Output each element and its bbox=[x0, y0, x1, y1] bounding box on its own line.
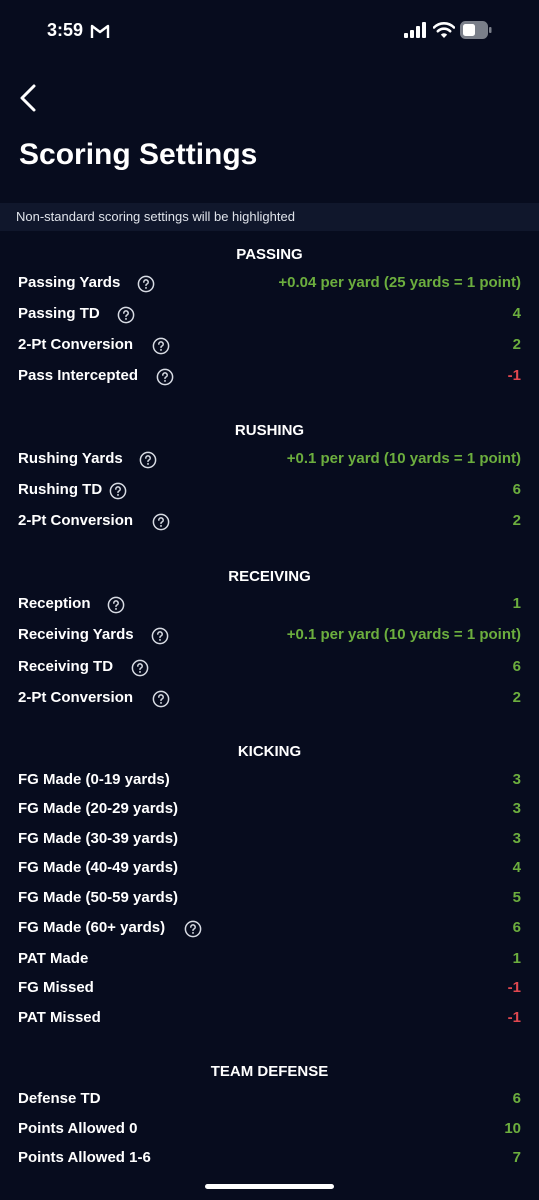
section-header-receiving: RECEIVING bbox=[228, 568, 311, 585]
help-icon[interactable] bbox=[107, 596, 125, 614]
scoring-row-label: FG Missed bbox=[18, 979, 94, 996]
scoring-row-label: PAT Missed bbox=[18, 1009, 101, 1026]
battery-icon bbox=[460, 21, 492, 44]
scoring-row-label: FG Made (30-39 yards) bbox=[18, 830, 179, 847]
chevron-left-icon bbox=[20, 84, 36, 112]
scoring-row-value: 6 bbox=[512, 481, 521, 498]
scoring-row: Points Allowed 1-6 7 bbox=[18, 1147, 521, 1171]
scoring-row-label: FG Made (0-19 yards) bbox=[18, 771, 170, 788]
scoring-row-label: 2-Pt Conversion bbox=[18, 689, 134, 706]
scoring-row-label: Defense TD bbox=[18, 1090, 101, 1107]
scoring-row: FG Made (30-39 yards) 3 bbox=[18, 828, 521, 852]
wifi-icon bbox=[432, 21, 456, 44]
section-header-rushing: RUSHING bbox=[234, 422, 305, 439]
scoring-row: Passing TD 4 bbox=[18, 303, 521, 327]
scoring-row-label: Rushing TD bbox=[18, 481, 103, 498]
scoring-row-value: -1 bbox=[507, 1009, 521, 1026]
scoring-row-value: 3 bbox=[512, 800, 521, 817]
scoring-row-value: 1 bbox=[512, 595, 521, 612]
scoring-row-value: -1 bbox=[507, 979, 521, 996]
page-title: Scoring Settings bbox=[19, 138, 258, 171]
scoring-row-label: FG Made (60+ yards) bbox=[18, 919, 166, 936]
help-icon[interactable] bbox=[184, 920, 202, 938]
help-icon[interactable] bbox=[137, 275, 155, 293]
scoring-row-value: 3 bbox=[512, 830, 521, 847]
scoring-row-value: -1 bbox=[507, 367, 521, 384]
scoring-row: PAT Missed -1 bbox=[18, 1007, 521, 1031]
scoring-row-label: Receiving TD bbox=[18, 658, 114, 675]
scoring-row-label: Points Allowed 1-6 bbox=[18, 1149, 151, 1166]
highlight-notice: Non-standard scoring settings will be hi… bbox=[0, 203, 539, 231]
scoring-row-label: Passing Yards bbox=[18, 274, 121, 291]
scoring-row-value: +0.04 per yard (25 yards = 1 point) bbox=[278, 274, 521, 291]
scoring-row-value: 7 bbox=[512, 1149, 521, 1166]
home-indicator[interactable] bbox=[205, 1184, 334, 1189]
scoring-row-value: +0.1 per yard (10 yards = 1 point) bbox=[286, 450, 521, 467]
scoring-row-value: 5 bbox=[512, 889, 521, 906]
scoring-row-label: Passing TD bbox=[18, 305, 100, 322]
scoring-row-value: 1 bbox=[512, 950, 521, 967]
help-icon[interactable] bbox=[152, 513, 170, 531]
cellular-signal-icon bbox=[404, 22, 426, 43]
scoring-row-value: 6 bbox=[512, 1090, 521, 1107]
scoring-row-label: 2-Pt Conversion bbox=[18, 336, 134, 353]
help-icon[interactable] bbox=[131, 659, 149, 677]
scoring-row-value: 3 bbox=[512, 771, 521, 788]
scoring-row: FG Missed -1 bbox=[18, 977, 521, 1001]
scoring-row: FG Made (60+ yards) 6 bbox=[18, 917, 521, 941]
help-icon[interactable] bbox=[139, 451, 157, 469]
scoring-row: FG Made (40-49 yards) 4 bbox=[18, 857, 521, 881]
scoring-row: 2-Pt Conversion 2 bbox=[18, 510, 521, 534]
scoring-row: 2-Pt Conversion 2 bbox=[18, 334, 521, 358]
scoring-row: Passing Yards +0.04 per yard (25 yards = … bbox=[18, 272, 521, 296]
scoring-row-value: 6 bbox=[512, 658, 521, 675]
scoring-row: FG Made (20-29 yards) 3 bbox=[18, 798, 521, 822]
scoring-row: Receiving Yards +0.1 per yard (10 yards =… bbox=[18, 624, 521, 648]
section-header-passing: PASSING bbox=[236, 246, 303, 263]
section-header-team-defense: TEAM DEFENSE bbox=[210, 1063, 329, 1080]
scoring-row-value: 4 bbox=[512, 305, 521, 322]
scoring-row: Points Allowed 0 10 bbox=[18, 1118, 521, 1142]
scoring-row: Defense TD 6 bbox=[18, 1088, 521, 1112]
scoring-row: Receiving TD 6 bbox=[18, 656, 521, 680]
help-icon[interactable] bbox=[109, 482, 127, 500]
scoring-row-value: 2 bbox=[512, 336, 521, 353]
scoring-row-label: Reception bbox=[18, 595, 91, 612]
status-bar: 3:59 bbox=[0, 0, 539, 62]
help-icon[interactable] bbox=[152, 337, 170, 355]
scoring-row: Rushing TD 6 bbox=[18, 479, 521, 503]
scoring-row-value: +0.1 per yard (10 yards = 1 point) bbox=[286, 626, 521, 643]
help-icon[interactable] bbox=[156, 368, 174, 386]
scoring-row: Rushing Yards +0.1 per yard (10 yards = 1… bbox=[18, 448, 521, 472]
scoring-row-value: 10 bbox=[504, 1120, 521, 1137]
scoring-row: Pass Intercepted -1 bbox=[18, 365, 521, 389]
scoring-row-label: FG Made (20-29 yards) bbox=[18, 800, 179, 817]
scoring-row-label: 2-Pt Conversion bbox=[18, 512, 134, 529]
scoring-row: FG Made (50-59 yards) 5 bbox=[18, 887, 521, 911]
help-icon[interactable] bbox=[117, 306, 135, 324]
scoring-row-label: Points Allowed 0 bbox=[18, 1120, 138, 1137]
back-button[interactable] bbox=[12, 80, 48, 116]
scoring-row: Reception 1 bbox=[18, 593, 521, 617]
scoring-row: FG Made (0-19 yards) 3 bbox=[18, 769, 521, 793]
scoring-row-value: 4 bbox=[512, 859, 521, 876]
scoring-row: PAT Made 1 bbox=[18, 948, 521, 972]
scoring-row-label: Pass Intercepted bbox=[18, 367, 139, 384]
scoring-row-label: FG Made (50-59 yards) bbox=[18, 889, 179, 906]
scoring-row-value: 2 bbox=[512, 512, 521, 529]
scoring-row-label: Rushing Yards bbox=[18, 450, 123, 467]
status-time: 3:59 bbox=[47, 20, 84, 40]
scoring-row-value: 6 bbox=[512, 919, 521, 936]
scoring-row-value: 2 bbox=[512, 689, 521, 706]
scoring-row-label: PAT Made bbox=[18, 950, 89, 967]
scoring-row-label: FG Made (40-49 yards) bbox=[18, 859, 179, 876]
help-icon[interactable] bbox=[151, 627, 169, 645]
scoring-row-label: Receiving Yards bbox=[18, 626, 134, 643]
help-icon[interactable] bbox=[152, 690, 170, 708]
gmail-icon bbox=[90, 23, 110, 44]
section-header-kicking: KICKING bbox=[237, 743, 302, 760]
scoring-row: 2-Pt Conversion 2 bbox=[18, 687, 521, 711]
